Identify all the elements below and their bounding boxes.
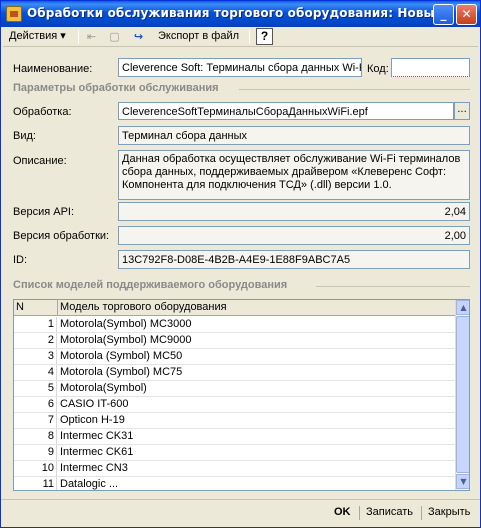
- toolbar-separator: [249, 30, 250, 44]
- row-model: Motorola(Symbol) MC9000: [60, 334, 192, 346]
- row-model: Datalogic ...: [60, 478, 119, 490]
- table-row[interactable]: 6 CASIO IT-600: [14, 397, 455, 413]
- table-row[interactable]: 11 Datalogic ...: [14, 477, 455, 490]
- minimize-button[interactable]: _: [433, 4, 454, 25]
- processing-version-field: 2,00: [118, 226, 470, 245]
- window-title: Обработки обслуживания торгового оборудо…: [27, 6, 454, 20]
- back-icon[interactable]: ⇤: [84, 30, 99, 44]
- table-row[interactable]: 7 Opticon H-19: [14, 413, 455, 429]
- scroll-down-button[interactable]: ▼: [456, 474, 469, 489]
- row-model: Opticon H-19: [60, 414, 125, 426]
- description-label: Описание:: [13, 155, 67, 167]
- column-header-model[interactable]: Модель торгового оборудования: [58, 300, 455, 316]
- scroll-up-button[interactable]: ▲: [456, 300, 469, 315]
- row-number: 6: [14, 397, 57, 412]
- processing-label: Обработка:: [13, 106, 72, 118]
- button-separator: [421, 506, 422, 520]
- button-separator: [359, 506, 360, 520]
- vertical-scrollbar[interactable]: ▲ ▼: [455, 300, 469, 490]
- close-button[interactable]: Закрыть: [428, 505, 470, 522]
- ok-button[interactable]: OK: [334, 505, 351, 522]
- row-model: CASIO IT-600: [60, 398, 129, 410]
- processing-version-label: Версия обработки:: [13, 230, 110, 242]
- row-number: 11: [14, 477, 57, 490]
- toolbar: Действия ▾ ⇤ ▢ ↪ Экспорт в файл ?: [3, 27, 478, 47]
- row-number: 4: [14, 365, 57, 380]
- row-number: 10: [14, 461, 57, 476]
- table-row[interactable]: 1 Motorola(Symbol) MC3000: [14, 317, 455, 333]
- table-row[interactable]: 2 Motorola(Symbol) MC9000: [14, 333, 455, 349]
- export-to-file-button[interactable]: Экспорт в файл: [158, 29, 239, 46]
- row-model: Intermec CK31: [60, 430, 134, 442]
- select-file-button[interactable]: ...: [454, 102, 470, 120]
- row-number: 1: [14, 317, 57, 332]
- row-number: 3: [14, 349, 57, 364]
- app-icon: [6, 6, 22, 22]
- description-field: Данная обработка осуществляет обслуживан…: [118, 150, 470, 200]
- row-number: 5: [14, 381, 57, 396]
- code-field[interactable]: [391, 58, 470, 77]
- models-section-title: Список моделей поддерживаемого оборудова…: [13, 279, 288, 291]
- actions-menu[interactable]: Действия ▾: [9, 29, 66, 46]
- table-row[interactable]: 9 Intermec CK61: [14, 445, 455, 461]
- table-row[interactable]: 10 Intermec CN3: [14, 461, 455, 477]
- name-field[interactable]: Cleverence Soft: Терминалы сбора данных …: [118, 58, 362, 77]
- api-version-label: Версия API:: [13, 206, 75, 218]
- row-model: Motorola (Symbol) MC75: [60, 366, 183, 378]
- row-number: 9: [14, 445, 57, 460]
- dialog-window: Обработки обслуживания торгового оборудо…: [0, 0, 481, 528]
- minimize-icon: _: [440, 7, 447, 21]
- api-version-field: 2,04: [118, 202, 470, 221]
- params-section-title: Параметры обработки обслуживания: [13, 82, 219, 94]
- section-divider: [316, 286, 470, 287]
- toolbar-separator: [78, 30, 79, 44]
- scroll-thumb[interactable]: [456, 316, 469, 473]
- table-row[interactable]: 8 Intermec CK31: [14, 429, 455, 445]
- arrow-down-icon: ▼: [460, 477, 467, 486]
- id-label: ID:: [13, 254, 28, 266]
- chevron-down-icon: ▾: [60, 30, 66, 42]
- section-divider: [239, 89, 470, 90]
- row-model: Intermec CN3: [60, 462, 128, 474]
- close-icon: ✕: [461, 7, 472, 21]
- table-row[interactable]: 3 Motorola (Symbol) MC50: [14, 349, 455, 365]
- models-table[interactable]: N Модель торгового оборудования 1 Motorol…: [13, 299, 470, 491]
- id-field: 13C792F8-D08E-4B2B-A4E9-1E88F9ABC7A5: [118, 250, 470, 269]
- processing-field[interactable]: CleverenceSoftТерминалыСбораДанныхWiFi.e…: [118, 102, 454, 120]
- kind-label: Вид:: [13, 130, 36, 142]
- row-number: 2: [14, 333, 57, 348]
- kind-field: Терминал сбора данных: [118, 126, 470, 145]
- refresh-icon[interactable]: ↪: [131, 30, 146, 44]
- name-label: Наименование:: [13, 63, 93, 75]
- code-label: Код:: [367, 63, 389, 75]
- row-model: Motorola(Symbol) MC3000: [60, 318, 192, 330]
- help-button[interactable]: ?: [256, 28, 273, 45]
- save-button[interactable]: Записать: [366, 505, 413, 522]
- table-row[interactable]: 5 Motorola(Symbol): [14, 381, 455, 397]
- actions-label: Действия: [9, 30, 58, 42]
- row-model: Motorola (Symbol) MC50: [60, 350, 183, 362]
- close-window-button[interactable]: ✕: [456, 4, 477, 25]
- arrow-up-icon: ▲: [460, 303, 467, 312]
- row-number: 7: [14, 413, 57, 428]
- table-header: N Модель торгового оборудования: [14, 300, 455, 316]
- title-bar[interactable]: Обработки обслуживания торгового оборудо…: [1, 1, 480, 27]
- row-model: Motorola(Symbol): [60, 382, 147, 394]
- copy-icon[interactable]: ▢: [107, 30, 122, 44]
- bottom-bar: OK Записать Закрыть: [1, 499, 480, 527]
- column-header-n[interactable]: N: [14, 300, 58, 316]
- row-model: Intermec CK61: [60, 446, 134, 458]
- row-number: 8: [14, 429, 57, 444]
- table-row[interactable]: 4 Motorola (Symbol) MC75: [14, 365, 455, 381]
